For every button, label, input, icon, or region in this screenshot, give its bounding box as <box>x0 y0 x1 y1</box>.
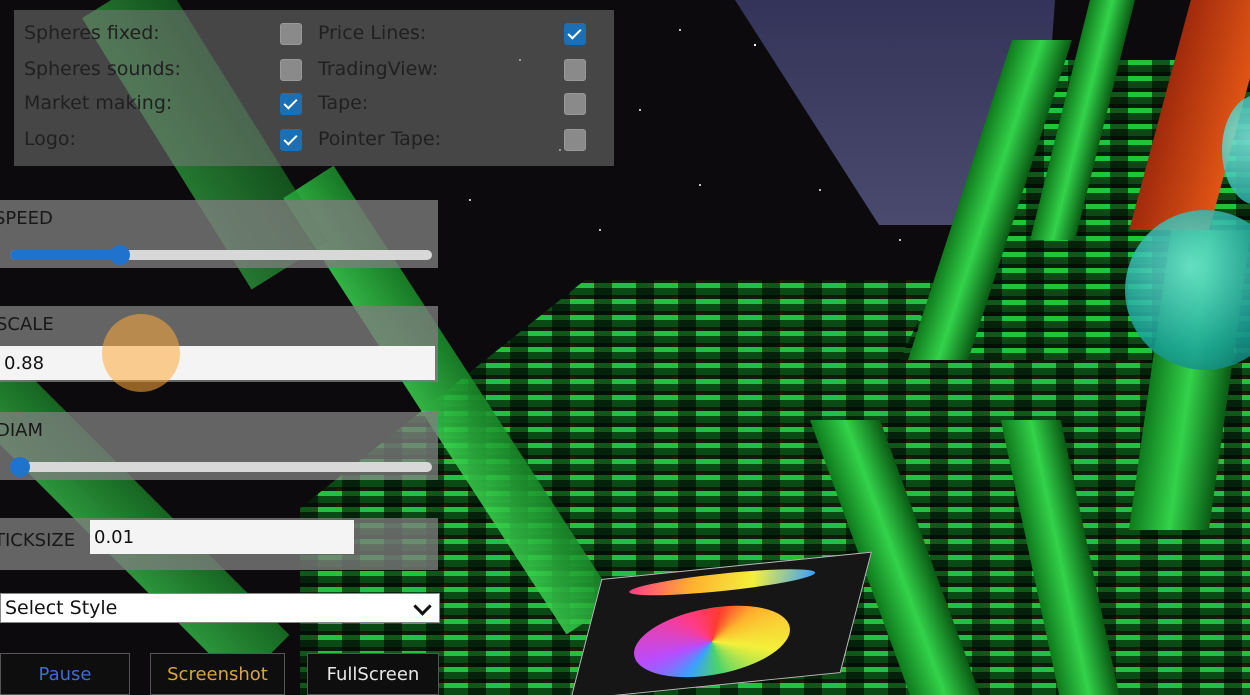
ticksize-input[interactable]: 0.01 <box>90 520 354 554</box>
ticksize-control: TICKSIZE 0.01 <box>0 518 438 570</box>
speed-control: SPEED <box>0 200 438 268</box>
speed-label: SPEED <box>0 208 53 229</box>
checkbox-row-tradingview: TradingView: <box>318 54 598 84</box>
diam-slider-thumb[interactable] <box>10 457 30 477</box>
logo-swirl <box>625 598 799 685</box>
diam-label: DIAM <box>0 420 44 441</box>
speed-slider[interactable] <box>10 245 432 265</box>
checkbox-label: Logo: <box>24 128 76 150</box>
diam-control: DIAM <box>0 412 438 480</box>
screenshot-button-label: Screenshot <box>167 663 268 685</box>
chevron-down-icon <box>413 597 432 616</box>
checkbox-label: Spheres fixed: <box>24 22 160 44</box>
checkbox-label: Price Lines: <box>318 22 427 44</box>
screenshot-button[interactable]: Screenshot <box>150 653 285 695</box>
spheres-sounds-checkbox[interactable] <box>280 59 302 81</box>
checkbox-row-spheres-fixed: Spheres fixed: <box>24 18 304 48</box>
market-making-checkbox[interactable] <box>280 93 302 115</box>
logo-checkbox[interactable] <box>280 129 302 151</box>
style-select[interactable]: Select Style <box>0 593 440 623</box>
checkbox-row-pointer-tape: Pointer Tape: <box>318 124 598 154</box>
checkbox-row-market-making: Market making: <box>24 88 304 118</box>
touch-cursor-indicator <box>102 314 180 392</box>
pause-button-label: Pause <box>38 663 92 685</box>
options-checkbox-panel: Spheres fixed: Spheres sounds: Market ma… <box>14 10 614 166</box>
checkbox-row-spheres-sounds: Spheres sounds: <box>24 54 304 84</box>
speed-slider-thumb[interactable] <box>110 245 130 265</box>
scale-label: SCALE <box>0 314 54 335</box>
speed-slider-fill <box>10 250 120 260</box>
checkbox-label: Pointer Tape: <box>318 128 441 150</box>
pause-button[interactable]: Pause <box>0 653 130 695</box>
tradingview-checkbox[interactable] <box>564 59 586 81</box>
checkbox-label: Market making: <box>24 92 173 114</box>
checkbox-label: Tape: <box>318 92 369 114</box>
fullscreen-button-label: FullScreen <box>326 663 420 685</box>
checkbox-label: Spheres sounds: <box>24 58 181 80</box>
ticksize-label: TICKSIZE <box>0 530 76 551</box>
scale-control: SCALE 0.88 <box>0 306 438 382</box>
checkbox-row-logo: Logo: <box>24 124 304 154</box>
scale-input[interactable]: 0.88 <box>0 346 435 380</box>
pointer-tape-checkbox[interactable] <box>564 129 586 151</box>
checkbox-label: TradingView: <box>318 58 439 80</box>
checkbox-row-tape: Tape: <box>318 88 598 118</box>
price-lines-checkbox[interactable] <box>564 23 586 45</box>
diam-slider[interactable] <box>10 457 432 477</box>
fullscreen-button[interactable]: FullScreen <box>307 653 439 695</box>
checkbox-row-price-lines: Price Lines: <box>318 18 598 48</box>
spheres-fixed-checkbox[interactable] <box>280 23 302 45</box>
style-select-value: Select Style <box>5 597 118 619</box>
tape-checkbox[interactable] <box>564 93 586 115</box>
